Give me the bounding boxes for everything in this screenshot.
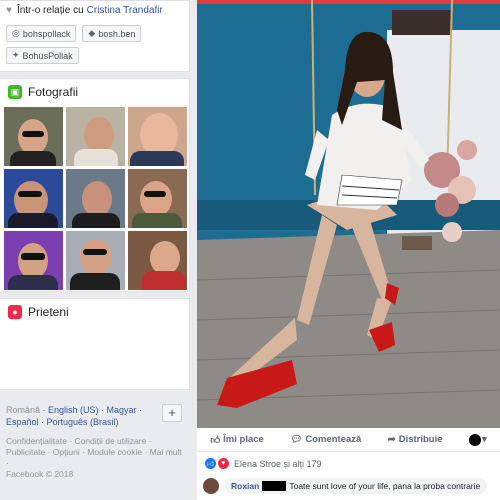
photo-thumbnail[interactable]: [66, 107, 125, 166]
twitter-icon: ✦: [12, 50, 20, 60]
instagram-icon: ◎: [12, 28, 20, 38]
relationship-prefix: Într-o relație cu: [16, 5, 84, 16]
instagram-handle: bohspollack: [22, 28, 71, 39]
comment-icon: 💬︎: [290, 434, 303, 445]
post-photo-image: [197, 0, 500, 428]
instagram-link[interactable]: ◎ bohspollack: [6, 25, 77, 42]
photo-thumbnail[interactable]: [4, 169, 63, 228]
commenter-name[interactable]: Roxian: [231, 481, 259, 491]
post-actions-bar: 👍︎ Îmi place 💬︎ Comentează ➦ Distribuie ▾: [197, 428, 500, 452]
post-photo[interactable]: [197, 0, 500, 428]
photos-header[interactable]: ▣ Fotografii: [8, 85, 185, 99]
twitter-handle: BohusPollak: [22, 50, 73, 61]
comment-text: Toate sunt love of your life, pana la pr…: [289, 481, 481, 491]
like-button[interactable]: 👍︎ Îmi place: [210, 434, 264, 446]
footer-link[interactable]: Mai mult: [150, 447, 182, 457]
photos-card: ▣ Fotografii: [0, 78, 190, 292]
photo-grid: [4, 107, 187, 290]
footer-link[interactable]: Module cookie: [87, 447, 142, 457]
friends-header[interactable]: ● Prieteni: [8, 305, 185, 319]
photos-icon: ▣: [8, 85, 22, 99]
comment-bubble: Roxian Toate sunt love of your life, pan…: [224, 478, 488, 494]
heart-icon: ♥: [6, 5, 12, 16]
audience-selector[interactable]: ▾: [468, 433, 487, 446]
comment-item: Roxian Toate sunt love of your life, pan…: [203, 478, 488, 494]
relationship-line: ♥ Într-o relație cu Cristina Trandafir: [6, 5, 183, 16]
friends-title: Prieteni: [28, 305, 69, 319]
share-label: Distribuie: [398, 434, 443, 445]
snapchat-handle: bosh.ben: [98, 28, 136, 39]
language-current: Română: [6, 405, 41, 415]
like-label: Îmi place: [223, 434, 264, 445]
footer-link[interactable]: Publicitate: [6, 447, 45, 457]
photo-thumbnail[interactable]: [66, 169, 125, 228]
language-option[interactable]: Magyar: [107, 405, 137, 415]
photo-thumbnail[interactable]: [128, 231, 187, 290]
comment-button[interactable]: 💬︎ Comentează: [290, 434, 361, 445]
language-option[interactable]: Español: [6, 417, 39, 427]
thumbs-up-icon: 👍︎: [210, 434, 221, 446]
photo-thumbnail[interactable]: [4, 107, 63, 166]
language-selector: Română · English (US) · Magyar · Español…: [6, 405, 143, 427]
footer-link[interactable]: Condiții de utilizare: [75, 436, 147, 446]
chevron-down-icon: ▾: [481, 434, 487, 445]
reactions-summary[interactable]: 👍︎ ♥ Elena Stroe și alți 179: [205, 458, 322, 469]
intro-card: ♥ Într-o relație cu Cristina Trandafir ◎…: [0, 0, 190, 72]
copyright: Facebook © 2018: [6, 469, 74, 479]
photo-thumbnail[interactable]: [128, 169, 187, 228]
photo-thumbnail[interactable]: [4, 231, 63, 290]
left-column: ♥ Într-o relație cu Cristina Trandafir ◎…: [0, 0, 197, 500]
friends-icon: ●: [8, 305, 22, 319]
share-button[interactable]: ➦ Distribuie: [388, 434, 443, 445]
share-icon: ➦: [387, 434, 396, 445]
language-option[interactable]: English (US): [48, 405, 99, 415]
reactions-text: Elena Stroe și alți 179: [234, 458, 322, 469]
friends-card: ● Prieteni: [0, 298, 190, 390]
photo-thumbnail[interactable]: [128, 107, 187, 166]
twitter-link[interactable]: ✦ BohusPollak: [6, 47, 79, 64]
post-viewer: 👍︎ Îmi place 💬︎ Comentează ➦ Distribuie ▾ 👍…: [197, 0, 500, 500]
photo-thumbnail[interactable]: [66, 231, 125, 290]
footer-link[interactable]: Opțiuni: [53, 447, 80, 457]
like-reaction-icon: 👍︎: [205, 458, 216, 469]
more-languages-button[interactable]: +: [162, 404, 182, 422]
footer-link[interactable]: Confidențialitate: [6, 436, 67, 446]
comment-label: Comentează: [305, 434, 362, 445]
footer-links: Confidențialitate · Condiții de utilizar…: [6, 436, 182, 479]
snapchat-link[interactable]: ◆ bosh.ben: [82, 25, 142, 42]
photos-title: Fotografii: [28, 85, 79, 99]
social-links-row-2: ✦ BohusPollak: [6, 47, 183, 64]
language-option[interactable]: Português (Brasil): [47, 417, 119, 427]
redaction-bar: [262, 481, 287, 491]
love-reaction-icon: ♥: [218, 458, 229, 469]
relationship-partner-link[interactable]: Cristina Trandafir: [87, 5, 163, 16]
commenter-avatar[interactable]: [203, 478, 219, 494]
snapchat-icon: ◆: [88, 28, 96, 38]
social-links-row: ◎ bohspollack ◆ bosh.ben: [6, 25, 183, 42]
avatar: [468, 433, 481, 446]
